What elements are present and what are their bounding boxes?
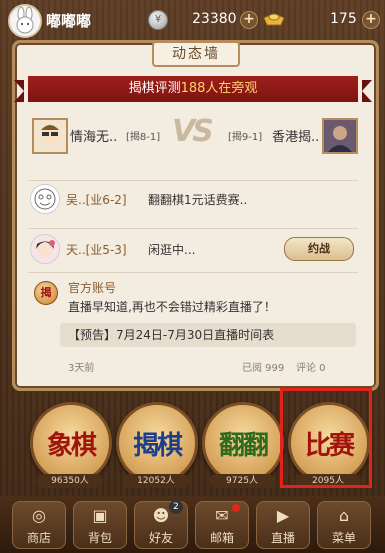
add-ingots-button[interactable]: + — [362, 11, 380, 29]
user-avatar — [30, 234, 60, 264]
players-count: 9725人 — [209, 474, 275, 488]
feed-status-text: 闲逛中... — [148, 243, 196, 257]
unread-dot — [232, 504, 240, 512]
nav-label: 好友 — [148, 531, 173, 545]
left-player-rank: [揭8-1] — [126, 132, 161, 143]
nav-menu[interactable]: ⌂ 菜单 — [317, 501, 371, 549]
nav-shop[interactable]: ◎ 商店 — [12, 501, 66, 549]
featured-match[interactable]: 情海无.. [揭8-1] VS [揭9-1] 香港揭.. — [28, 110, 358, 160]
official-badge-icon: 揭 — [34, 281, 58, 305]
rabbit-avatar-icon — [10, 6, 40, 36]
coin-balance: 23380 — [192, 11, 237, 27]
user-avatar — [30, 184, 60, 214]
schedule-notice-link[interactable]: 【预告】7月24日-7月30日直播时间表 — [60, 323, 356, 347]
nav-mail[interactable]: ✉ 邮箱 — [195, 501, 249, 549]
official-post-text: 直播早知道,再也不会错过精彩直播了！ — [68, 300, 276, 314]
girl-avatar-icon — [31, 235, 59, 263]
right-player-name: 香港揭.. — [272, 130, 320, 145]
shop-icon: ◎ — [32, 506, 46, 525]
nav-live[interactable]: ▶ 直播 — [256, 501, 310, 549]
players-count: 96350人 — [37, 474, 103, 488]
friends-icon: ☻ — [152, 506, 170, 525]
user-avatar[interactable] — [8, 4, 42, 38]
feed-user-name: 天..[业5-3] — [66, 243, 127, 257]
player-face-icon — [34, 120, 66, 152]
nav-label: 商店 — [26, 531, 51, 545]
xiangqi-button[interactable]: 象棋 — [30, 402, 112, 484]
mail-icon: ✉ — [215, 506, 229, 525]
feed-status-text: 翻翻棋1元话费赛.. — [148, 193, 248, 207]
top-bar: 嘟嘟嘟 ¥ 23380 + 175 + — [0, 0, 385, 40]
nav-label: 邮箱 — [209, 531, 234, 545]
live-banner-prefix: 揭棋评测 — [128, 81, 181, 96]
right-player-avatar — [322, 118, 358, 154]
official-account-name: 官方账号 — [68, 281, 117, 295]
panel-title: 动态墙 — [152, 41, 240, 67]
fanfan-button[interactable]: 翻翻 — [202, 402, 284, 484]
feed-user-name: 吴..[业6-2] — [66, 193, 127, 207]
right-player-rank: [揭9-1] — [228, 132, 263, 143]
challenge-button[interactable]: 约战 — [284, 237, 354, 261]
game-label: 翻翻 — [218, 431, 269, 461]
add-coins-button[interactable]: + — [240, 11, 258, 29]
nav-backpack[interactable]: ▣ 背包 — [73, 501, 127, 549]
selection-highlight — [280, 388, 372, 488]
official-post[interactable]: 揭 官方账号 直播早知道,再也不会错过精彩直播了！ 【预告】7月24日-7月30… — [28, 272, 358, 374]
live-banner[interactable]: 揭棋评测188人在旁观 — [14, 76, 372, 102]
nav-label: 背包 — [87, 531, 112, 545]
vs-label: VS — [172, 114, 214, 149]
post-time: 3天前 — [68, 363, 95, 374]
game-label: 揭棋 — [132, 431, 183, 461]
friends-badge: 2 — [169, 500, 183, 514]
username: 嘟嘟嘟 — [46, 12, 92, 30]
comment-count[interactable]: 评论 0 — [296, 359, 326, 374]
ingot-balance: 175 — [330, 11, 357, 27]
nav-label: 菜单 — [331, 531, 356, 545]
coin-icon: ¥ — [148, 10, 168, 30]
read-count: 已阅 999 — [242, 363, 285, 374]
feed-item[interactable]: 天..[业5-3] 闲逛中... 约战 — [28, 228, 358, 269]
game-label: 象棋 — [46, 431, 97, 461]
left-player-avatar — [32, 118, 68, 154]
live-icon: ▶ — [276, 506, 290, 525]
nav-label: 直播 — [270, 531, 295, 545]
nav-friends[interactable]: ☻ 2 好友 — [134, 500, 188, 549]
cartoon-face-icon — [31, 185, 59, 213]
gold-ingot-icon — [263, 13, 285, 26]
player-photo-icon — [324, 120, 356, 152]
backpack-icon: ▣ — [92, 506, 108, 525]
bottom-nav: ◎ 商店 ▣ 背包 ☻ 2 好友 ✉ 邮箱 ▶ 直播 ⌂ 菜单 — [0, 496, 385, 553]
left-player-name: 情海无.. — [70, 130, 118, 145]
live-viewer-count: 188人在旁观 — [180, 81, 258, 96]
players-count: 12052人 — [123, 474, 189, 488]
jieqi-button[interactable]: 揭棋 — [116, 402, 198, 484]
menu-icon: ⌂ — [338, 506, 350, 525]
feed-item[interactable]: 吴..[业6-2] 翻翻棋1元话费赛.. — [28, 180, 358, 215]
